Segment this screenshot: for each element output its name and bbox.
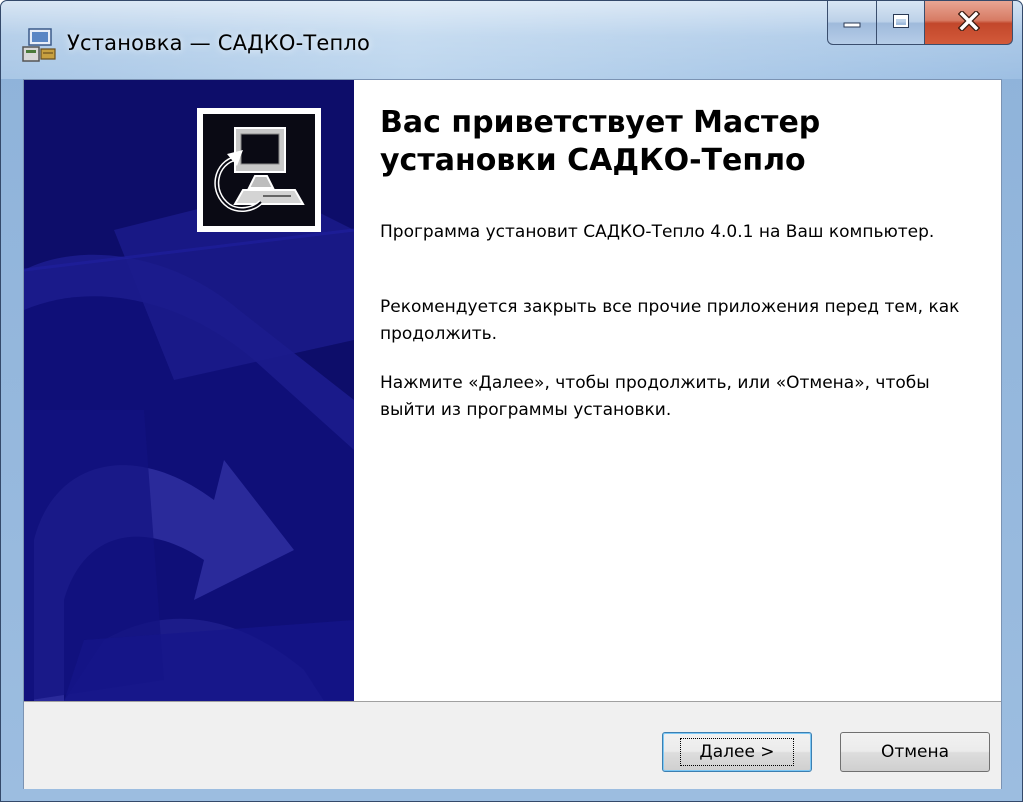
installer-logo: [197, 108, 321, 232]
welcome-heading: Вас приветствует Мастер установки САДКО-…: [380, 105, 821, 178]
instructions-paragraph: Нажмите «Далее», чтобы продолжить, или «…: [380, 373, 930, 420]
setup-installer-icon: [21, 27, 61, 63]
recommendation-paragraph: Рекомендуется закрыть все прочие приложе…: [380, 297, 960, 344]
cancel-button[interactable]: Отмена: [840, 732, 990, 772]
welcome-content: Вас приветствует Мастер установки САДКО-…: [354, 80, 1001, 701]
wizard-side-image: [24, 80, 354, 701]
minimize-icon: [843, 13, 861, 32]
maximize-icon: [892, 13, 910, 33]
cancel-button-label: Отмена: [880, 742, 950, 762]
close-icon: [957, 9, 980, 35]
title-bar[interactable]: Установка — САДКО-Тепло: [1, 1, 1022, 79]
caption-buttons: [827, 1, 1013, 47]
next-button-label: Далее >: [680, 738, 794, 766]
wizard-button-bar: Далее > Отмена: [24, 701, 1001, 789]
installer-window: Установка — САДКО-Тепло Вас приветствует…: [0, 0, 1023, 802]
computer-install-icon: [203, 114, 315, 226]
minimize-button[interactable]: [827, 1, 877, 45]
intro-paragraph: Программа установит САДКО-Тепло 4.0.1 на…: [380, 222, 935, 242]
window-title: Установка — САДКО-Тепло: [67, 31, 371, 55]
maximize-button[interactable]: [877, 1, 925, 45]
next-button[interactable]: Далее >: [662, 732, 812, 772]
wizard-client-area: Вас приветствует Мастер установки САДКО-…: [23, 79, 1002, 789]
close-button[interactable]: [925, 1, 1013, 45]
